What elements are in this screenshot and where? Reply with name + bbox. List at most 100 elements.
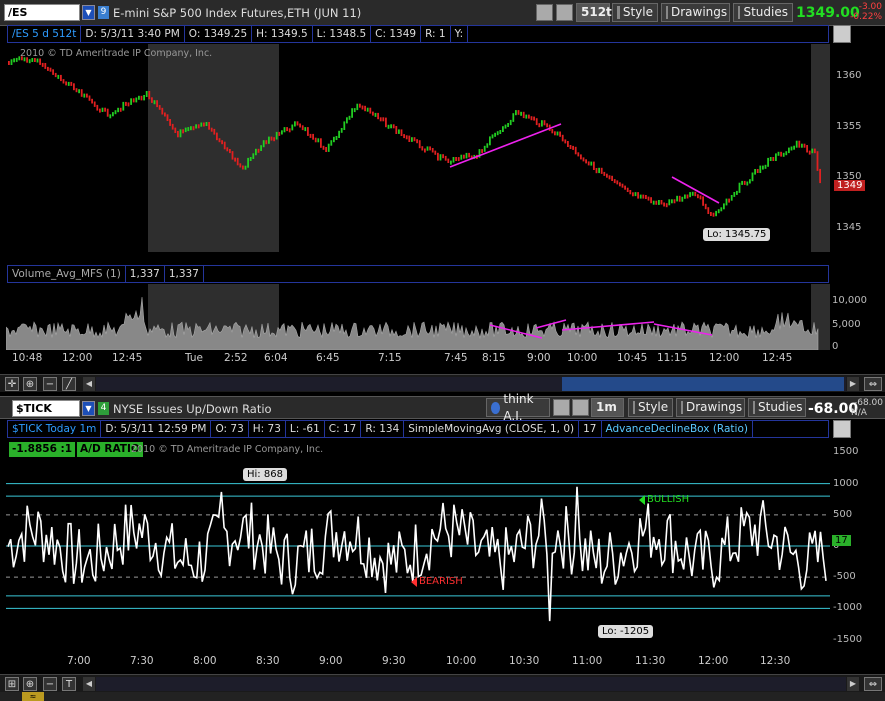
price-candle (793, 145, 795, 150)
tick-y-tick: -500 (833, 571, 856, 583)
price-candle (645, 195, 647, 199)
price-candle (790, 146, 793, 151)
price-candle (314, 137, 317, 143)
top-x-tick: 10:45 (617, 352, 648, 364)
top-crosshair-tool-icon[interactable] (536, 4, 553, 21)
think-ai-button[interactable]: think A.I. (486, 392, 550, 423)
price-candle (616, 180, 619, 185)
top-scrollbar-thumb[interactable] (562, 377, 844, 391)
price-candle (418, 140, 421, 149)
price-candle (582, 157, 585, 162)
price-candle (125, 101, 127, 106)
top-symbol-input[interactable]: /ES (4, 4, 80, 21)
collapse-panel-icon[interactable]: ≈ (0, 692, 885, 701)
price-candle (715, 210, 717, 217)
bottom-link-tool-icon[interactable] (572, 399, 589, 416)
price-candle (275, 131, 278, 140)
price-candle (41, 62, 44, 67)
volume-chart[interactable] (6, 284, 830, 350)
top-style-button[interactable]: Style (612, 3, 658, 22)
price-candle (330, 140, 333, 146)
top-price-chart[interactable] (6, 44, 830, 252)
top-x-tick: 10:00 (567, 352, 598, 364)
price-candle (699, 195, 702, 200)
bottom-scrollbar[interactable] (96, 677, 846, 691)
price-candle (621, 183, 624, 188)
bottom-scroll-left-icon[interactable]: ◀ (83, 677, 95, 691)
price-candle (174, 127, 177, 133)
bottom-symbol-dropdown-icon[interactable]: ▼ (82, 401, 95, 416)
price-candle (148, 91, 151, 100)
price-candle (242, 165, 244, 170)
draw-line-icon[interactable]: ╱ (62, 377, 76, 391)
minus-icon[interactable]: − (43, 377, 57, 391)
price-candle (483, 145, 486, 152)
bottom-scroll-right-icon[interactable]: ▶ (847, 677, 859, 691)
top-scroll-left-icon[interactable]: ◀ (83, 377, 95, 391)
price-candle (684, 194, 686, 199)
bottom-studies-button[interactable]: Studies (748, 398, 806, 417)
price-candle (457, 157, 460, 162)
price-candle (387, 124, 390, 129)
bottom-style-button[interactable]: Style (628, 398, 673, 417)
expand-icon[interactable]: ⇔ (864, 377, 882, 391)
bottom-crosshair-tool-icon[interactable] (553, 399, 570, 416)
top-scrollbar[interactable] (96, 377, 846, 391)
top-drawings-button[interactable]: Drawings (661, 3, 730, 22)
text-icon[interactable]: T (62, 677, 76, 691)
top-y-tick: 1360 (836, 70, 862, 81)
price-candle (257, 148, 260, 153)
tick-y-tick: 500 (833, 508, 853, 520)
tick-y-axis: 150010005000-500-1000-1500 (831, 440, 885, 652)
price-candle (559, 131, 561, 137)
price-candle (775, 153, 777, 161)
price-candle (608, 175, 611, 180)
top-aggregation-button[interactable]: 512tk (576, 3, 620, 22)
price-candle (145, 91, 148, 97)
studies-icon (753, 401, 755, 414)
top-link-badge[interactable]: 9 (98, 6, 109, 19)
bottom-link-badge[interactable]: 4 (98, 402, 109, 415)
top-x-tick: 8:15 (482, 352, 506, 364)
price-candle (611, 175, 613, 181)
price-candle (75, 88, 78, 93)
top-link-tool-icon[interactable] (556, 4, 573, 21)
bottom-drawings-button[interactable]: Drawings (676, 398, 745, 417)
zoom-icon[interactable]: ⊕ (23, 677, 37, 691)
price-candle (585, 159, 587, 164)
price-candle (93, 101, 96, 107)
bottom-aggregation-button[interactable]: 1m (591, 398, 624, 417)
price-candle (15, 57, 18, 62)
expand-icon[interactable]: ⊞ (5, 677, 19, 691)
price-candle (320, 138, 322, 148)
price-candle (301, 125, 304, 131)
top-info-name: /ES 5 d 512t (8, 26, 82, 42)
bottom-header-bar: $TICK ▼ 4 NYSE Issues Up/Down Ratio thin… (0, 392, 885, 423)
bottom-chart-settings-icon[interactable] (833, 420, 851, 438)
top-studies-button[interactable]: Studies (733, 3, 793, 22)
price-candle (663, 202, 665, 207)
price-candle (577, 152, 580, 157)
price-candle (408, 135, 411, 142)
price-candle (70, 81, 73, 86)
top-x-tick: 12:45 (112, 352, 143, 364)
crosshair-icon[interactable]: ✛ (5, 377, 19, 391)
top-y-tick: 1355 (836, 121, 862, 132)
top-x-tick: 12:00 (62, 352, 93, 364)
expand-icon[interactable]: ⇔ (864, 677, 882, 691)
top-scroll-right-icon[interactable]: ▶ (847, 377, 859, 391)
price-candle (561, 134, 564, 142)
minus-icon[interactable]: − (43, 677, 57, 691)
top-x-tick: 12:45 (762, 352, 793, 364)
price-candle (509, 119, 512, 126)
top-symbol-dropdown-icon[interactable]: ▼ (82, 5, 95, 20)
bottom-x-tick: 10:30 (509, 655, 540, 667)
price-candle (229, 149, 231, 154)
tick-chart[interactable] (6, 440, 830, 652)
bottom-x-tick: 10:00 (446, 655, 477, 667)
price-candle (465, 152, 468, 159)
zoom-icon[interactable]: ⊕ (23, 377, 37, 391)
top-chart-settings-icon[interactable] (833, 25, 851, 43)
bottom-symbol-input[interactable]: $TICK (12, 400, 80, 417)
price-candle (421, 146, 424, 151)
